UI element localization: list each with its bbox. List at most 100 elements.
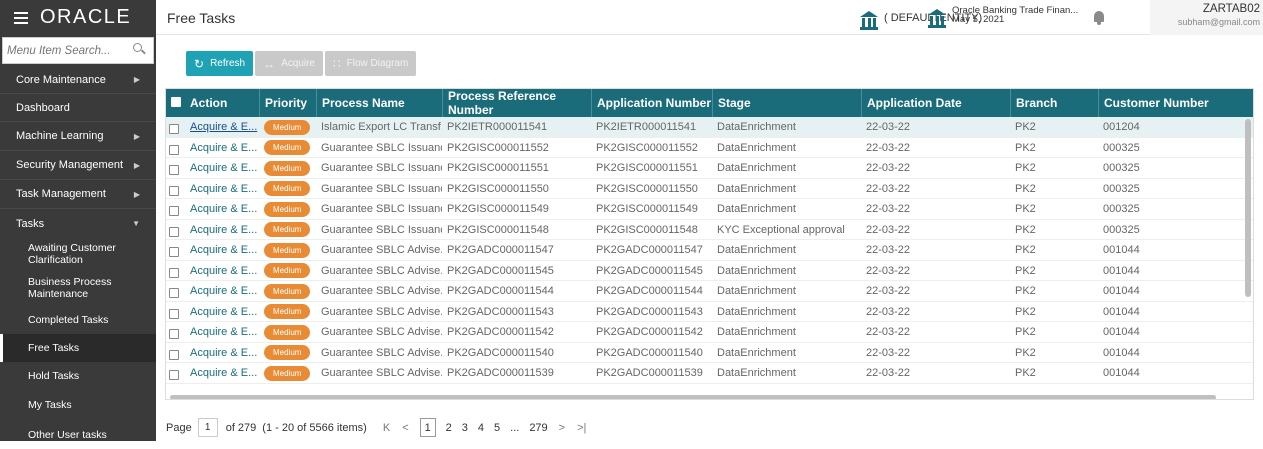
cell-action[interactable]: Acquire & E... — [185, 302, 259, 322]
table-row[interactable]: Acquire & E... Medium Guarantee SBLC Advis… — [166, 343, 1253, 363]
menu-icon[interactable] — [14, 11, 28, 24]
sidebar-item-security-management[interactable]: Security Management ▶ — [0, 151, 156, 180]
sidebar-item-tasks[interactable]: Tasks ▼ — [0, 209, 156, 238]
table-row[interactable]: Acquire & E... Medium Guarantee SBLC Advis… — [166, 281, 1253, 302]
column-header-process-name[interactable]: Process Name — [316, 89, 442, 117]
column-header-priority[interactable]: Priority — [259, 89, 316, 117]
tasks-table: Action Priority Process Name Process Ref… — [165, 88, 1254, 400]
column-header-action[interactable]: Action — [185, 89, 259, 117]
cell-application-date: 22-03-22 — [866, 141, 911, 154]
cell-action[interactable]: Acquire & E... — [185, 199, 259, 219]
page-number-5[interactable]: 5 — [494, 422, 500, 434]
cell-action[interactable]: Acquire & E... — [185, 240, 259, 260]
last-page-button[interactable]: >| — [577, 422, 586, 434]
row-checkbox[interactable] — [169, 185, 179, 196]
cell-action[interactable]: Acquire & E... — [185, 220, 259, 240]
page-number-279[interactable]: 279 — [529, 422, 547, 434]
column-header-customer-number[interactable]: Customer Number — [1098, 89, 1253, 117]
page-number-3[interactable]: 3 — [462, 422, 468, 434]
sidebar-item-dashboard[interactable]: Dashboard — [0, 94, 156, 122]
cell-action[interactable]: Acquire & E... — [185, 179, 259, 199]
row-checkbox[interactable] — [169, 165, 179, 175]
menu-search[interactable] — [2, 37, 154, 64]
cell-action[interactable]: Acquire & E... — [185, 363, 259, 383]
cell-branch: PK2 — [1015, 162, 1036, 174]
cell-action[interactable]: Acquire & E... — [185, 261, 259, 281]
column-header-process-reference-number[interactable]: Process Reference Number — [442, 89, 591, 117]
select-all-checkbox[interactable] — [171, 97, 181, 107]
table-row[interactable]: Acquire & E... Medium Guarantee SBLC Issua… — [166, 220, 1253, 240]
cell-action[interactable]: Acquire & E... — [185, 322, 259, 342]
cell-stage: DataEnrichment — [717, 244, 796, 256]
notification-bell-icon[interactable] — [1093, 11, 1105, 25]
first-page-button[interactable]: K — [383, 422, 390, 434]
column-header-application-date[interactable]: Application Date — [861, 89, 1010, 117]
cell-application-date: 22-03-22 — [866, 244, 911, 256]
page-number-4[interactable]: 4 — [478, 422, 484, 434]
row-checkbox[interactable] — [169, 226, 179, 237]
page-number-1[interactable]: 1 — [419, 418, 436, 437]
sidebar-item-label: Task Management — [16, 188, 106, 200]
table-row[interactable]: Acquire & E... Medium Guarantee SBLC Issua… — [166, 158, 1253, 179]
row-checkbox[interactable] — [169, 247, 179, 257]
cell-branch: PK2 — [1015, 367, 1036, 379]
sidebar-item-task-management[interactable]: Task Management ▶ — [0, 180, 156, 209]
row-checkbox[interactable] — [169, 370, 179, 380]
sidebar-item-my-tasks[interactable]: My Tasks — [0, 391, 156, 419]
cell-process-reference-number: PK2IETR000011541 — [447, 121, 548, 133]
table-row[interactable]: Acquire & E... Medium Guarantee SBLC Issua… — [166, 179, 1253, 199]
acquire-icon: ↔ — [263, 56, 276, 71]
sidebar-item-machine-learning[interactable]: Machine Learning ▶ — [0, 122, 156, 151]
refresh-button[interactable]: ↻ Refresh — [186, 51, 254, 76]
vertical-scrollbar[interactable] — [1245, 119, 1251, 297]
sidebar-item-other-user-tasks[interactable]: Other User tasks — [0, 421, 156, 449]
cell-application-number: PK2GADC000011547 — [596, 244, 703, 256]
table-row[interactable]: Acquire & E... Medium Guarantee SBLC Advis… — [166, 322, 1253, 343]
table-row[interactable]: Acquire & E... Medium Guarantee SBLC Advis… — [166, 261, 1253, 281]
table-row[interactable]: Acquire & E... Medium Guarantee SBLC Advis… — [166, 302, 1253, 322]
row-checkbox[interactable] — [169, 144, 179, 155]
cell-branch: PK2 — [1015, 285, 1036, 297]
row-checkbox[interactable] — [169, 288, 179, 298]
horizontal-scrollbar[interactable] — [170, 395, 1216, 399]
next-page-button[interactable]: > — [559, 422, 565, 434]
page-number-2[interactable]: 2 — [446, 422, 452, 434]
cell-process-reference-number: PK2GISC000011549 — [447, 203, 549, 215]
cell-action[interactable]: Acquire & E... — [185, 158, 259, 178]
row-checkbox[interactable] — [169, 329, 179, 339]
acquire-button[interactable]: ↔ Acquire — [255, 51, 323, 76]
table-row[interactable]: Acquire & E... Medium Guarantee SBLC Issua… — [166, 138, 1253, 158]
table-row[interactable]: Acquire & E... Medium Guarantee SBLC Issua… — [166, 199, 1253, 220]
column-header-branch[interactable]: Branch — [1010, 89, 1098, 117]
sidebar-item-awaiting-customer-clarification[interactable]: Awaiting Customer Clarification — [0, 238, 156, 270]
cell-action[interactable]: Acquire & E... — [185, 281, 259, 301]
row-checkbox[interactable] — [169, 308, 179, 319]
search-icon[interactable] — [133, 43, 146, 55]
cell-application-number: PK2GISC000011551 — [596, 162, 698, 174]
sidebar-item-free-tasks[interactable]: Free Tasks — [0, 334, 156, 362]
prev-page-button[interactable]: < — [402, 422, 408, 434]
table-row[interactable]: Acquire & E... Medium Islamic Export LC Tr… — [166, 117, 1253, 138]
sidebar-item-completed-tasks[interactable]: Completed Tasks — [0, 305, 156, 335]
user-menu[interactable]: ZARTAB02 subham@gmail.com — [1150, 0, 1263, 35]
column-header-application-number[interactable]: Application Number — [591, 89, 712, 117]
cell-action[interactable]: Acquire & E... — [185, 117, 259, 137]
sidebar-item-core-maintenance[interactable]: Core Maintenance ▶ — [0, 66, 156, 94]
row-checkbox[interactable] — [169, 206, 179, 216]
application-selector[interactable]: Oracle Banking Trade Finan... May 5, 202… — [928, 3, 1078, 29]
row-checkbox[interactable] — [169, 267, 179, 278]
table-row[interactable]: Acquire & E... Medium Guarantee SBLC Advis… — [166, 240, 1253, 261]
sidebar-item-hold-tasks[interactable]: Hold Tasks — [0, 362, 156, 390]
cell-application-number: PK2GADC000011540 — [596, 346, 703, 359]
cell-action[interactable]: Acquire & E... — [185, 343, 259, 363]
row-checkbox[interactable] — [169, 349, 179, 360]
sidebar-item-business-process-maintenance[interactable]: Business Process Maintenance — [0, 272, 156, 304]
cell-action[interactable]: Acquire & E... — [185, 138, 259, 158]
cell-application-date: 22-03-22 — [866, 285, 911, 297]
column-header-stage[interactable]: Stage — [712, 89, 861, 117]
menu-search-input[interactable] — [3, 38, 123, 63]
row-checkbox[interactable] — [169, 124, 179, 134]
page-input[interactable]: 1 — [197, 418, 218, 437]
table-row[interactable]: Acquire & E... Medium Guarantee SBLC Advis… — [166, 363, 1253, 384]
flow-diagram-button[interactable]: ∷ Flow Diagram — [324, 51, 417, 76]
